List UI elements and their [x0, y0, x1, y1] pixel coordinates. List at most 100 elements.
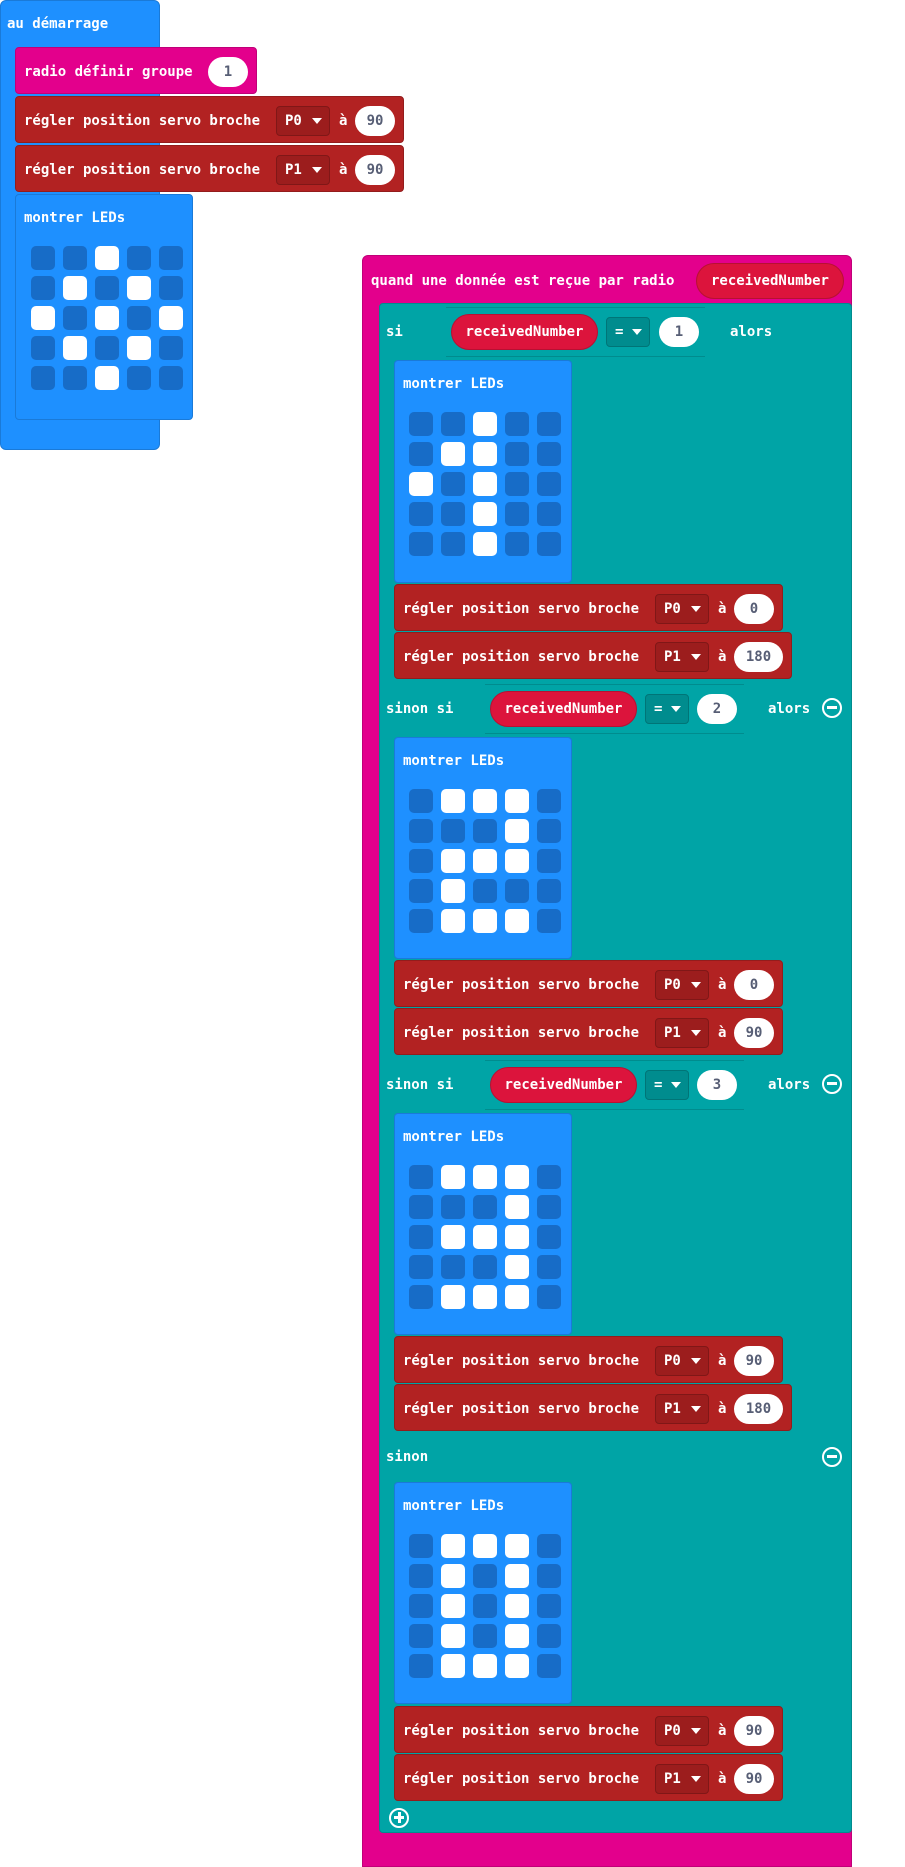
- led-r3-c3[interactable]: [505, 502, 529, 526]
- led-r1-c3[interactable]: [505, 442, 529, 466]
- led-grid[interactable]: [31, 246, 183, 390]
- pin-dropdown[interactable]: P1: [276, 155, 330, 185]
- remove-branch-icon[interactable]: [822, 698, 842, 718]
- servo-angle-input[interactable]: 90: [734, 1018, 774, 1048]
- led-r4-c3[interactable]: [505, 1285, 529, 1309]
- led-r2-c0[interactable]: [409, 472, 433, 496]
- led-r4-c3[interactable]: [127, 366, 151, 390]
- led-r1-c3[interactable]: [505, 1195, 529, 1219]
- servo-angle-input[interactable]: 0: [734, 970, 774, 1000]
- led-r1-c2[interactable]: [95, 276, 119, 300]
- led-r0-c0[interactable]: [409, 1165, 433, 1189]
- led-r2-c3[interactable]: [505, 472, 529, 496]
- led-r1-c0[interactable]: [409, 442, 433, 466]
- led-r2-c4[interactable]: [537, 849, 561, 873]
- led-r2-c1[interactable]: [441, 1225, 465, 1249]
- pin-dropdown[interactable]: P0: [655, 970, 709, 1000]
- led-r3-c2[interactable]: [473, 1255, 497, 1279]
- led-r0-c2[interactable]: [473, 1534, 497, 1558]
- led-r3-c0[interactable]: [409, 1624, 433, 1648]
- led-r0-c4[interactable]: [537, 412, 561, 436]
- led-r0-c0[interactable]: [409, 1534, 433, 1558]
- servo-angle-input[interactable]: 90: [355, 155, 395, 185]
- led-r0-c4[interactable]: [537, 1534, 561, 1558]
- led-r0-c1[interactable]: [441, 789, 465, 813]
- led-r1-c0[interactable]: [31, 276, 55, 300]
- led-r3-c4[interactable]: [537, 1624, 561, 1648]
- led-r3-c3[interactable]: [127, 336, 151, 360]
- led-r2-c3[interactable]: [505, 1594, 529, 1618]
- compare-value-input[interactable]: 1: [659, 317, 699, 347]
- pin-dropdown[interactable]: P0: [276, 106, 330, 136]
- servo-angle-input[interactable]: 0: [734, 594, 774, 624]
- led-r0-c0[interactable]: [31, 246, 55, 270]
- led-r2-c2[interactable]: [473, 472, 497, 496]
- led-r3-c3[interactable]: [505, 1624, 529, 1648]
- led-grid[interactable]: [409, 1165, 561, 1309]
- led-r1-c4[interactable]: [537, 1195, 561, 1219]
- led-grid[interactable]: [409, 789, 561, 933]
- led-r4-c0[interactable]: [31, 366, 55, 390]
- led-r1-c4[interactable]: [537, 442, 561, 466]
- led-r1-c1[interactable]: [441, 1564, 465, 1588]
- led-r1-c2[interactable]: [473, 819, 497, 843]
- led-r2-c4[interactable]: [537, 1594, 561, 1618]
- led-r4-c2[interactable]: [473, 1285, 497, 1309]
- led-r4-c4[interactable]: [537, 1654, 561, 1678]
- led-r2-c3[interactable]: [505, 849, 529, 873]
- led-r3-c1[interactable]: [441, 879, 465, 903]
- led-r1-c4[interactable]: [159, 276, 183, 300]
- led-r0-c1[interactable]: [441, 412, 465, 436]
- led-r1-c1[interactable]: [441, 1195, 465, 1219]
- led-r3-c1[interactable]: [441, 1624, 465, 1648]
- led-r3-c0[interactable]: [409, 502, 433, 526]
- led-r0-c0[interactable]: [409, 789, 433, 813]
- led-r4-c1[interactable]: [441, 1654, 465, 1678]
- led-r3-c2[interactable]: [473, 879, 497, 903]
- led-r4-c3[interactable]: [505, 532, 529, 556]
- led-r1-c1[interactable]: [63, 276, 87, 300]
- remove-branch-icon[interactable]: [822, 1074, 842, 1094]
- led-r3-c2[interactable]: [473, 1624, 497, 1648]
- led-r3-c0[interactable]: [409, 879, 433, 903]
- led-r4-c2[interactable]: [473, 532, 497, 556]
- led-r1-c2[interactable]: [473, 1564, 497, 1588]
- led-grid[interactable]: [409, 412, 561, 556]
- led-r0-c4[interactable]: [537, 789, 561, 813]
- led-r3-c4[interactable]: [159, 336, 183, 360]
- led-r0-c3[interactable]: [505, 789, 529, 813]
- led-r3-c4[interactable]: [537, 879, 561, 903]
- led-r4-c3[interactable]: [505, 1654, 529, 1678]
- led-r2-c3[interactable]: [127, 306, 151, 330]
- pin-dropdown[interactable]: P0: [655, 594, 709, 624]
- led-r2-c0[interactable]: [31, 306, 55, 330]
- led-r3-c3[interactable]: [505, 1255, 529, 1279]
- compare-value-input[interactable]: 2: [697, 694, 737, 724]
- led-r3-c1[interactable]: [63, 336, 87, 360]
- led-r1-c4[interactable]: [537, 1564, 561, 1588]
- led-r3-c4[interactable]: [537, 1255, 561, 1279]
- led-r0-c1[interactable]: [441, 1534, 465, 1558]
- led-r4-c4[interactable]: [537, 532, 561, 556]
- led-r2-c2[interactable]: [473, 1594, 497, 1618]
- condition-variable[interactable]: receivedNumber: [451, 314, 598, 350]
- pin-dropdown[interactable]: P1: [655, 642, 709, 672]
- servo-angle-input[interactable]: 90: [355, 106, 395, 136]
- led-r3-c1[interactable]: [441, 502, 465, 526]
- led-r2-c0[interactable]: [409, 1594, 433, 1618]
- led-r3-c2[interactable]: [473, 502, 497, 526]
- led-r2-c4[interactable]: [537, 472, 561, 496]
- led-r3-c0[interactable]: [31, 336, 55, 360]
- led-r0-c2[interactable]: [95, 246, 119, 270]
- led-r3-c0[interactable]: [409, 1255, 433, 1279]
- pin-dropdown[interactable]: P1: [655, 1394, 709, 1424]
- received-number-param[interactable]: receivedNumber: [696, 263, 844, 299]
- led-r4-c0[interactable]: [409, 1285, 433, 1309]
- led-r0-c0[interactable]: [409, 412, 433, 436]
- led-r0-c1[interactable]: [441, 1165, 465, 1189]
- led-grid[interactable]: [409, 1534, 561, 1678]
- pin-dropdown[interactable]: P1: [655, 1764, 709, 1794]
- condition-variable[interactable]: receivedNumber: [490, 691, 637, 727]
- pin-dropdown[interactable]: P0: [655, 1346, 709, 1376]
- led-r2-c4[interactable]: [537, 1225, 561, 1249]
